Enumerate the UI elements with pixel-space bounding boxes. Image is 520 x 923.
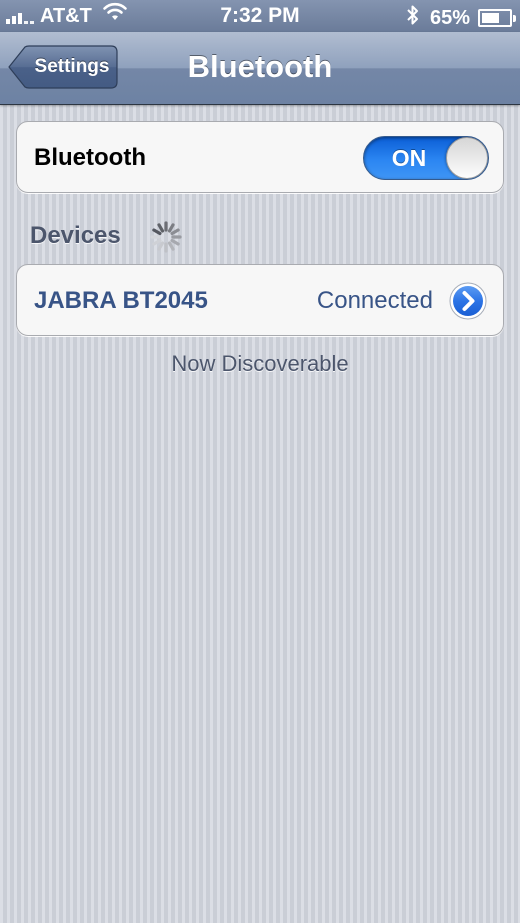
page-title: Bluetooth	[187, 49, 333, 84]
bluetooth-toggle-row: Bluetooth ON	[16, 121, 504, 193]
back-button-label: Settings	[34, 56, 110, 77]
settings-back-button[interactable]: Settings	[8, 45, 118, 89]
status-right: 65%	[406, 4, 516, 32]
status-bar: AT&T 7:32 PM 65%	[0, 0, 520, 32]
battery-tip	[513, 15, 516, 22]
device-name: JABRA BT2045	[34, 287, 208, 314]
bluetooth-label: Bluetooth	[34, 144, 146, 171]
device-row-jabra[interactable]: JABRA BT2045 Connected	[16, 264, 504, 336]
toggle-state-label: ON	[391, 145, 427, 171]
battery-fill	[482, 13, 499, 23]
bluetooth-icon	[406, 4, 420, 32]
loading-spinner-icon	[150, 221, 182, 253]
detail-disclosure-icon[interactable]	[449, 282, 487, 320]
devices-section-header: Devices	[30, 222, 121, 249]
navigation-bar: Settings Bluetooth	[0, 32, 520, 105]
battery-icon	[478, 9, 516, 27]
discoverable-note: Now Discoverable	[171, 351, 349, 376]
bluetooth-toggle-switch[interactable]: ON	[363, 136, 489, 180]
toggle-knob	[446, 137, 488, 179]
device-status: Connected	[316, 287, 433, 314]
battery-percent: 65%	[429, 6, 470, 29]
